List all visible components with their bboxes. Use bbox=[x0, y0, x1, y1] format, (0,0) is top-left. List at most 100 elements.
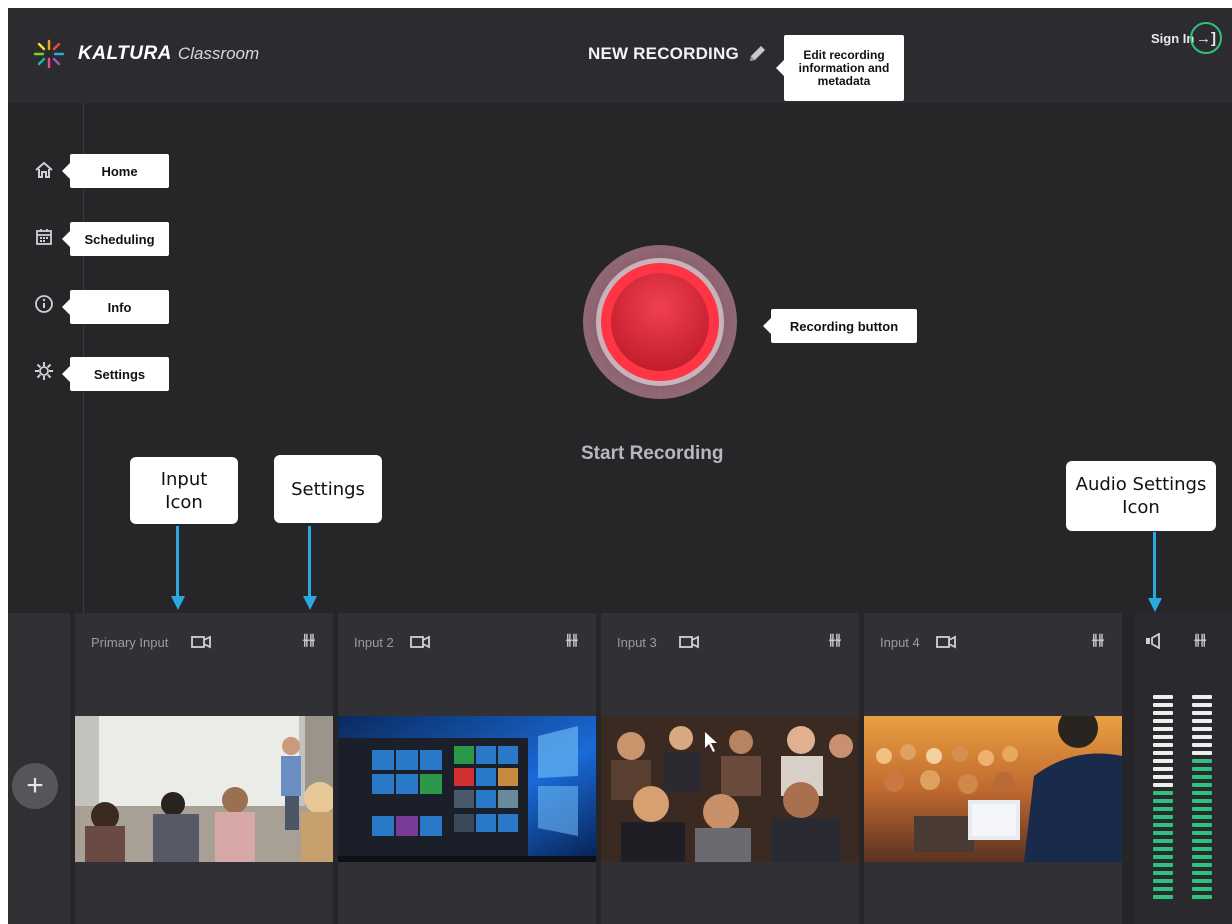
meter-segment bbox=[1153, 839, 1173, 843]
meter-segment bbox=[1192, 711, 1212, 715]
camera-icon[interactable] bbox=[679, 635, 699, 649]
meter-segment bbox=[1153, 847, 1173, 851]
app-window: KALTURA Classroom NEW RECORDING Edit rec… bbox=[8, 8, 1232, 924]
meter-segment bbox=[1192, 759, 1212, 763]
sign-in-label[interactable]: Sign In bbox=[1151, 31, 1194, 46]
meter-segment bbox=[1192, 879, 1212, 883]
settings-arrow-head bbox=[303, 596, 317, 610]
input-icon-arrow-head bbox=[171, 596, 185, 610]
sidebar-item-label: Settings bbox=[93, 366, 146, 382]
meter-segment bbox=[1192, 727, 1212, 731]
sliders-icon[interactable]: ⫳⫳ bbox=[1194, 631, 1206, 648]
meter-segment bbox=[1153, 727, 1173, 731]
meter-segment bbox=[1153, 719, 1173, 723]
info-icon[interactable] bbox=[33, 293, 55, 315]
camera-icon[interactable] bbox=[936, 635, 956, 649]
record-button[interactable] bbox=[583, 245, 737, 399]
meter-segment bbox=[1153, 767, 1173, 771]
meter-segment bbox=[1153, 815, 1173, 819]
recording-button-callout: Recording button bbox=[763, 309, 917, 343]
record-button-core bbox=[611, 273, 709, 371]
input-panel-3: Input 3 ⫳⫳ bbox=[601, 613, 859, 924]
meter-segment bbox=[1192, 783, 1212, 787]
meter-segment bbox=[1153, 735, 1173, 739]
meter-segment bbox=[1192, 735, 1212, 739]
meter-segment bbox=[1192, 855, 1212, 859]
start-recording-label: Start Recording bbox=[581, 443, 724, 464]
camera-icon[interactable] bbox=[191, 635, 211, 649]
sliders-icon[interactable]: ⫳⫳ bbox=[303, 631, 315, 648]
kaltura-starburst-icon bbox=[33, 39, 65, 69]
meter-segment bbox=[1192, 847, 1212, 851]
gear-icon[interactable] bbox=[33, 360, 55, 382]
meter-segment bbox=[1153, 895, 1173, 899]
audio-settings-annotation: Audio Settings Icon bbox=[1066, 461, 1216, 531]
meter-segment bbox=[1192, 863, 1212, 867]
input-preview-conference bbox=[864, 716, 1122, 862]
kaltura-logo: KALTURA Classroom bbox=[32, 38, 259, 70]
audio-level-meter-left bbox=[1153, 695, 1175, 903]
edit-recording-callout: Edit recording information and metadata bbox=[776, 35, 904, 101]
meter-segment bbox=[1153, 879, 1173, 883]
audio-level-meter-right bbox=[1192, 695, 1214, 903]
sliders-icon[interactable]: ⫳⫳ bbox=[829, 631, 841, 648]
meter-segment bbox=[1153, 703, 1173, 707]
input-header: Input 4 ⫳⫳ bbox=[864, 613, 1122, 673]
record-button-inner-ring bbox=[601, 263, 719, 381]
input-header: Input 3 ⫳⫳ bbox=[601, 613, 859, 673]
meter-segment bbox=[1153, 711, 1173, 715]
home-icon[interactable] bbox=[33, 159, 55, 181]
input-header: Primary Input ⫳⫳ bbox=[75, 613, 333, 673]
add-input-button[interactable]: + bbox=[12, 763, 58, 809]
speaker-icon[interactable] bbox=[1145, 633, 1165, 649]
header-bar: KALTURA Classroom NEW RECORDING Edit rec… bbox=[8, 8, 1232, 103]
calendar-icon[interactable] bbox=[33, 226, 55, 248]
meter-segment bbox=[1153, 783, 1173, 787]
input-panel-2: Input 2 ⫳⫳ bbox=[338, 613, 596, 924]
camera-icon[interactable] bbox=[410, 635, 430, 649]
meter-segment bbox=[1153, 855, 1173, 859]
meter-segment bbox=[1153, 799, 1173, 803]
meter-segment bbox=[1192, 751, 1212, 755]
meter-segment bbox=[1192, 815, 1212, 819]
meter-segment bbox=[1192, 799, 1212, 803]
meter-segment bbox=[1153, 823, 1173, 827]
meter-segment bbox=[1153, 743, 1173, 747]
sign-in-icon[interactable]: →] bbox=[1190, 22, 1222, 54]
meter-segment bbox=[1153, 791, 1173, 795]
meter-segment bbox=[1153, 871, 1173, 875]
sidebar-item-scheduling[interactable]: Scheduling bbox=[62, 222, 169, 256]
input-icon-annotation: Input Icon bbox=[130, 457, 238, 524]
sidebar-item-info[interactable]: Info bbox=[62, 290, 169, 324]
input-icon-arrow bbox=[176, 526, 179, 598]
meter-segment bbox=[1192, 871, 1212, 875]
recording-button-callout-text: Recording button bbox=[789, 318, 899, 334]
pencil-icon[interactable] bbox=[746, 43, 768, 65]
meter-segment bbox=[1192, 831, 1212, 835]
sidebar-item-settings[interactable]: Settings bbox=[62, 357, 169, 391]
input-name: Input 4 bbox=[880, 635, 920, 650]
settings-annotation: Settings bbox=[274, 455, 382, 523]
recording-title[interactable]: NEW RECORDING bbox=[588, 44, 739, 64]
brand-name: KALTURA bbox=[78, 43, 172, 64]
input-name: Input 2 bbox=[354, 635, 394, 650]
audio-settings-arrow-head bbox=[1148, 598, 1162, 612]
meter-segment bbox=[1192, 743, 1212, 747]
meter-segment bbox=[1153, 695, 1173, 699]
sidebar-item-home[interactable]: Home bbox=[62, 154, 169, 188]
settings-annotation-text: Settings bbox=[291, 478, 365, 500]
meter-segment bbox=[1192, 703, 1212, 707]
sliders-icon[interactable]: ⫳⫳ bbox=[1092, 631, 1104, 648]
brand-subtitle: Classroom bbox=[177, 44, 260, 63]
input-icon-annotation-text: Input Icon bbox=[160, 468, 208, 513]
input-preview-classroom bbox=[75, 716, 333, 862]
meter-segment bbox=[1192, 895, 1212, 899]
input-header: Input 2 ⫳⫳ bbox=[338, 613, 596, 673]
meter-segment bbox=[1192, 887, 1212, 891]
meter-segment bbox=[1153, 831, 1173, 835]
sidebar-item-label: Home bbox=[101, 163, 138, 179]
meter-segment bbox=[1192, 775, 1212, 779]
sidebar-item-label: Scheduling bbox=[84, 231, 155, 247]
sliders-icon[interactable]: ⫳⫳ bbox=[566, 631, 578, 648]
meter-segment bbox=[1192, 823, 1212, 827]
